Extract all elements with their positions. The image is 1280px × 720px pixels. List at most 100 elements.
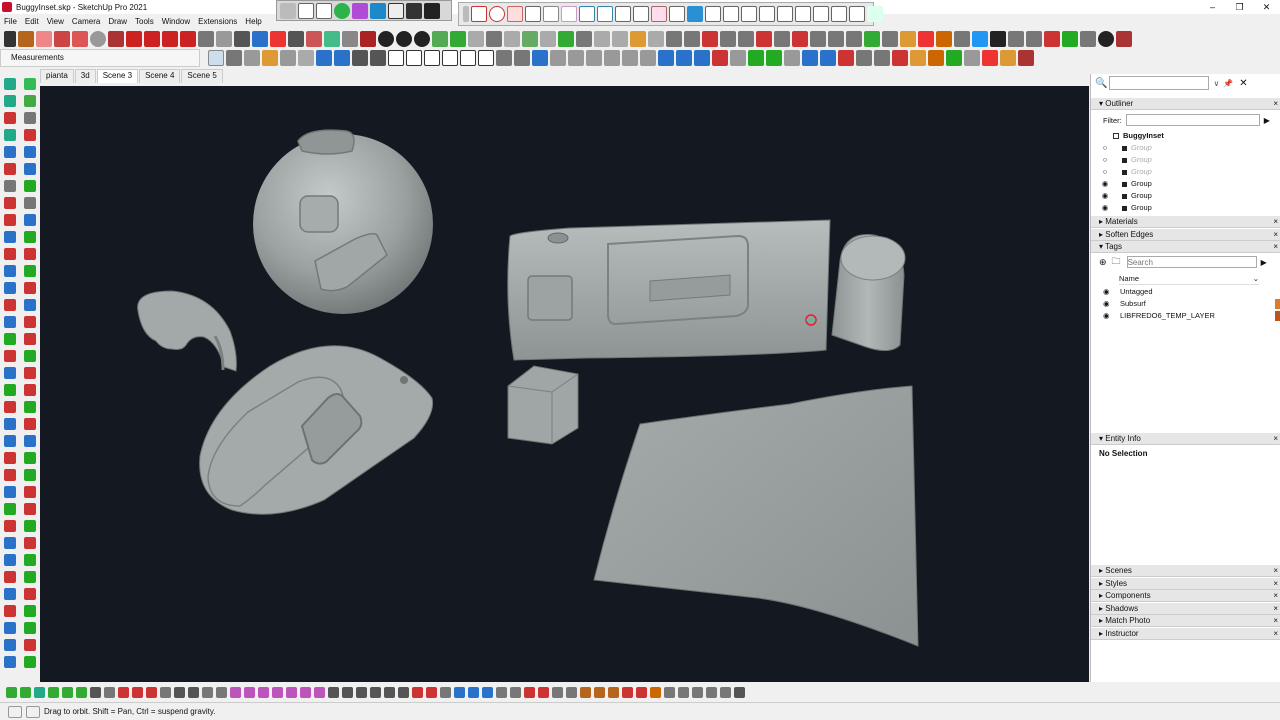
smoove-icon[interactable] — [522, 31, 538, 47]
bottom-tool-3-icon[interactable] — [34, 686, 45, 698]
left-tool-41-icon[interactable] — [4, 418, 16, 430]
bottom-tool-45-icon[interactable] — [622, 686, 633, 698]
back-edges-icon[interactable] — [442, 50, 458, 66]
panel-header-styles[interactable]: ▸ Styles × — [1091, 577, 1280, 590]
tag-color-swatch[interactable] — [1275, 287, 1280, 297]
eye-hidden-icon[interactable]: ○ — [1101, 142, 1109, 154]
cylinder-icon[interactable] — [586, 50, 602, 66]
curve-maker-icon[interactable] — [864, 31, 880, 47]
red-cube-icon[interactable] — [712, 50, 728, 66]
outliner-header[interactable]: ▾ Outliner × — [1091, 98, 1280, 110]
eye-visible-icon[interactable]: ◉ — [1101, 178, 1109, 190]
measurements-box[interactable]: Measurements — [0, 49, 200, 67]
bottom-tool-1-icon[interactable] — [6, 686, 17, 698]
bspline-icon[interactable] — [1044, 31, 1060, 47]
left-tool-14-icon[interactable] — [24, 180, 36, 192]
left-tool-49-icon[interactable] — [4, 486, 16, 498]
mirror-icon[interactable] — [982, 50, 998, 66]
chevron-down-icon[interactable]: ∨ — [1213, 79, 1219, 88]
top-view-icon[interactable] — [334, 50, 350, 66]
tab-3d[interactable]: 3d — [74, 69, 96, 83]
intersect-icon[interactable] — [280, 50, 296, 66]
eye-hidden-icon[interactable]: ○ — [1101, 166, 1109, 178]
filter-input[interactable] — [1125, 114, 1260, 126]
blue-cube-icon[interactable] — [820, 50, 836, 66]
shaded-icon[interactable] — [496, 50, 512, 66]
layers-icon[interactable] — [972, 31, 988, 47]
left-tool-16-icon[interactable] — [24, 197, 36, 209]
grip-icon[interactable] — [280, 2, 296, 19]
from-contours-icon[interactable] — [558, 31, 574, 47]
bottom-tool-2-icon[interactable] — [20, 686, 31, 698]
bottom-tool-39-icon[interactable] — [538, 686, 549, 698]
bottom-tool-35-icon[interactable] — [482, 686, 493, 698]
bottom-tool-52-icon[interactable] — [720, 686, 731, 698]
tag-row[interactable]: ◉ Subsurf — [1091, 298, 1280, 310]
textured-icon[interactable] — [514, 50, 530, 66]
left-tool-52-icon[interactable] — [24, 503, 36, 515]
polygon-on-surface-icon[interactable] — [828, 31, 844, 47]
bottom-tool-4-icon[interactable] — [48, 686, 59, 698]
panel-header-match-photo[interactable]: ▸ Match Photo × — [1091, 615, 1280, 628]
left-tool-24-icon[interactable] — [24, 265, 36, 277]
left-tool-59-icon[interactable] — [4, 571, 16, 583]
close-button[interactable]: ✕ — [1253, 0, 1280, 14]
bottom-tool-10-icon[interactable] — [132, 686, 143, 698]
left-tool-42-icon[interactable] — [24, 418, 36, 430]
thicken-icon[interactable] — [730, 50, 746, 66]
pin-icon[interactable]: 📌 — [1223, 79, 1233, 88]
bottom-tool-51-icon[interactable] — [706, 686, 717, 698]
left-tool-38-icon[interactable] — [24, 384, 36, 396]
bottom-tool-7-icon[interactable] — [90, 686, 101, 698]
outliner-row[interactable]: ◉ Group — [1091, 178, 1271, 190]
left-tool-48-icon[interactable] — [24, 469, 36, 481]
bottom-tool-16-icon[interactable] — [216, 686, 227, 698]
left-tool-69-icon[interactable] — [4, 656, 16, 668]
bottom-tool-19-icon[interactable] — [258, 686, 269, 698]
left-tool-11-icon[interactable] — [4, 163, 16, 175]
bottom-tool-14-icon[interactable] — [188, 686, 199, 698]
grid-select-icon[interactable] — [579, 6, 595, 22]
left-tool-22-icon[interactable] — [24, 248, 36, 260]
bottom-tool-38-icon[interactable] — [524, 686, 535, 698]
left-tool-66-icon[interactable] — [24, 622, 36, 634]
dn-icon[interactable] — [208, 50, 224, 66]
pan-icon[interactable] — [342, 31, 358, 47]
left-tool-21-icon[interactable] — [4, 248, 16, 260]
expand-icon[interactable]: ▶ — [1261, 258, 1267, 267]
dimension-icon[interactable] — [216, 31, 232, 47]
left-tool-44-icon[interactable] — [24, 435, 36, 447]
outliner-row[interactable]: ◉ Group — [1091, 190, 1271, 202]
monochrome-icon[interactable] — [532, 50, 548, 66]
left-tool-12-icon[interactable] — [24, 163, 36, 175]
look-around-icon[interactable] — [396, 31, 412, 47]
array-icon[interactable] — [964, 50, 980, 66]
flip-icon[interactable] — [504, 31, 520, 47]
close-icon[interactable]: × — [1273, 590, 1278, 602]
orbit-icon[interactable] — [324, 31, 340, 47]
follow-icon[interactable] — [946, 50, 962, 66]
tile-icon[interactable] — [406, 2, 422, 19]
bottom-tool-15-icon[interactable] — [202, 686, 213, 698]
line-on-surface-icon[interactable] — [774, 31, 790, 47]
sheet-object[interactable] — [593, 385, 919, 647]
left-tool-23-icon[interactable] — [4, 265, 16, 277]
roundcorner-icon[interactable] — [630, 31, 646, 47]
close-icon[interactable]: × — [1273, 241, 1278, 253]
left-tool-51-icon[interactable] — [4, 503, 16, 515]
cube-icon[interactable] — [568, 50, 584, 66]
subtract-icon[interactable] — [262, 50, 278, 66]
left-tool-29-icon[interactable] — [4, 316, 16, 328]
quadface-icon[interactable] — [702, 31, 718, 47]
eye-hidden-icon[interactable]: ○ — [1101, 154, 1109, 166]
bottom-tool-9-icon[interactable] — [118, 686, 129, 698]
tag-row[interactable]: ◉ Untagged — [1091, 286, 1280, 298]
hidden-line-icon[interactable] — [478, 50, 494, 66]
eye-visible-icon[interactable]: ◉ — [1103, 286, 1110, 298]
sphere-object[interactable] — [253, 129, 433, 314]
vertex-select-icon[interactable] — [831, 6, 847, 22]
bottom-tool-6-icon[interactable] — [76, 686, 87, 698]
bottom-tool-47-icon[interactable] — [650, 686, 661, 698]
curviloft-icon[interactable] — [594, 31, 610, 47]
outliner-row[interactable]: ◉ Group — [1091, 202, 1271, 214]
